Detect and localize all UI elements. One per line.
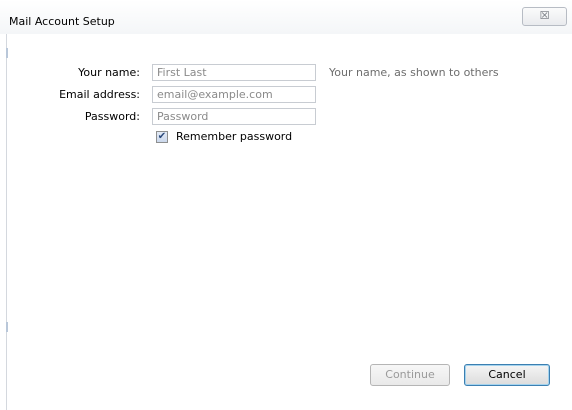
name-input[interactable] bbox=[152, 64, 316, 81]
password-label: Password: bbox=[84, 110, 140, 123]
remember-password-label[interactable]: Remember password bbox=[176, 130, 292, 143]
mail-account-setup-dialog: Mail Account Setup ☒ Your name: Your nam… bbox=[0, 0, 572, 410]
window-title: Mail Account Setup bbox=[9, 15, 115, 28]
name-label: Your name: bbox=[78, 66, 140, 79]
remember-password-checkbox[interactable]: ✔ bbox=[156, 131, 168, 143]
email-label: Email address: bbox=[59, 88, 140, 101]
close-button[interactable]: ☒ bbox=[522, 7, 567, 26]
window-border-accent bbox=[6, 322, 8, 332]
cancel-button[interactable]: Cancel bbox=[464, 364, 550, 386]
password-input[interactable] bbox=[152, 108, 316, 125]
window-border-accent bbox=[6, 48, 8, 58]
checkmark-icon: ✔ bbox=[157, 131, 167, 142]
email-input[interactable] bbox=[152, 86, 316, 103]
continue-button[interactable]: Continue bbox=[370, 364, 450, 386]
title-bar: Mail Account Setup ☒ bbox=[0, 0, 572, 34]
name-hint: Your name, as shown to others bbox=[329, 66, 499, 79]
close-icon: ☒ bbox=[539, 9, 550, 22]
